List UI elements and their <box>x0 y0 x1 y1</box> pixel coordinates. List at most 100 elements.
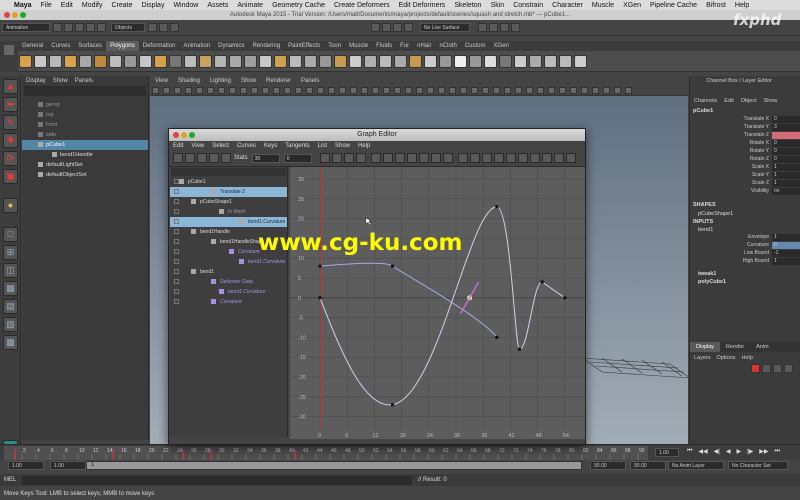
shelf-tool-icon[interactable] <box>139 54 152 68</box>
history-node[interactable]: tweak1 <box>690 270 800 278</box>
viewport-tool-icon[interactable] <box>460 87 467 94</box>
mac-menu-assets[interactable]: Assets <box>207 2 228 9</box>
undo-icon[interactable] <box>86 23 95 32</box>
break-tangents-icon[interactable] <box>481 153 492 163</box>
stats-value-field[interactable]: 0 <box>283 153 312 163</box>
layout-single-icon[interactable]: □ <box>3 227 18 242</box>
frame-all-icon[interactable] <box>319 153 330 163</box>
channel-attribute-value[interactable]: 1 <box>772 180 800 187</box>
input-attribute[interactable]: High Bound 1 <box>690 258 800 266</box>
step-back-frame-icon[interactable]: ◀| <box>714 448 720 455</box>
channel-attribute[interactable]: Rotate Z0 <box>690 156 800 164</box>
channel-attribute[interactable]: Scale X1 <box>690 164 800 172</box>
shelf-tab-dynamics[interactable]: Dynamics <box>214 41 248 51</box>
viewport-tool-icon[interactable] <box>559 87 566 94</box>
channel-attribute[interactable]: Translate X0 <box>690 116 800 124</box>
layer-tab-anim[interactable]: Anim <box>750 342 775 352</box>
shelf-menu-icon[interactable] <box>4 45 14 55</box>
free-tangent-weight-icon[interactable] <box>505 153 516 163</box>
mac-menu-edit-deformers[interactable]: Edit Deformers <box>399 2 446 9</box>
step-forward-frame-icon[interactable]: |▶ <box>747 448 753 455</box>
graph-menu-list[interactable]: List <box>318 143 327 149</box>
save-scene-icon[interactable] <box>75 23 84 32</box>
layer-up-icon[interactable] <box>762 364 771 373</box>
move-keys-icon[interactable] <box>173 153 183 163</box>
expand-checkbox[interactable] <box>174 199 179 204</box>
viewport-tool-icon[interactable] <box>240 87 247 94</box>
outliner-item[interactable]: defaultLightSet <box>22 160 148 170</box>
shelf-tab-animation[interactable]: Animation <box>179 41 214 51</box>
layout-outliner-icon[interactable]: ▤ <box>3 299 18 314</box>
shelf-tool-icon[interactable] <box>124 54 137 68</box>
expand-checkbox[interactable] <box>174 269 179 274</box>
channel-attribute-value[interactable] <box>772 132 800 139</box>
shelf-tool-icon[interactable] <box>319 54 332 68</box>
playback-start-field[interactable]: 1.00 <box>50 461 86 470</box>
graph-menu-select[interactable]: Select <box>212 143 229 149</box>
selection-mode-dropdown[interactable]: Objects <box>111 23 145 32</box>
frame-selection-icon[interactable] <box>331 153 342 163</box>
mac-menu-animate[interactable]: Animate <box>237 2 263 9</box>
time-slider[interactable]: 2 4 6 8 10 12 14 16 18 20 22 24 26 28 30 32 34 36 38 40 42 44… <box>0 444 800 460</box>
layout-persp-outliner-icon[interactable]: ▧ <box>3 317 18 332</box>
shelf-tool-icon[interactable] <box>499 54 512 68</box>
channel-attribute[interactable]: Rotate X0 <box>690 140 800 148</box>
viewport-tool-icon[interactable] <box>592 87 599 94</box>
step-tangent-icon[interactable] <box>430 153 441 163</box>
mac-menu-create[interactable]: Create <box>111 2 132 9</box>
viewport-tool-icon[interactable] <box>196 87 203 94</box>
viewport-tool-icon[interactable] <box>405 87 412 94</box>
render-icon[interactable] <box>489 23 498 32</box>
shelf-tool-icon[interactable] <box>19 54 32 68</box>
character-set-dropdown[interactable]: No Character Set <box>728 461 788 470</box>
input-name[interactable]: bend1 <box>690 226 800 234</box>
viewport-tool-icon[interactable] <box>273 87 280 94</box>
shelf-tool-icon[interactable] <box>424 54 437 68</box>
expand-checkbox[interactable] <box>174 229 179 234</box>
unify-tangents-icon[interactable] <box>493 153 504 163</box>
shelf-tool-icon[interactable] <box>334 54 347 68</box>
snap-point-icon[interactable] <box>393 23 402 32</box>
input-attribute[interactable]: Curvature 0 <box>690 242 800 250</box>
anim-layer-dropdown[interactable]: No Anim Layer <box>668 461 724 470</box>
viewport-tool-icon[interactable] <box>295 87 302 94</box>
mac-menu-help[interactable]: Help <box>735 2 749 9</box>
shelf-tool-icon[interactable] <box>469 54 482 68</box>
ipr-render-icon[interactable] <box>500 23 509 32</box>
expand-checkbox[interactable] <box>174 189 179 194</box>
mac-menu-constrain[interactable]: Constrain <box>513 2 543 9</box>
viewport-tool-icon[interactable] <box>383 87 390 94</box>
viewport-tool-icon[interactable] <box>449 87 456 94</box>
outliner-item[interactable]: front <box>22 120 148 130</box>
graph-outliner-item[interactable]: Curvature <box>170 297 287 307</box>
key-tick[interactable] <box>210 449 212 460</box>
shelf-tab-surfaces[interactable]: Surfaces <box>74 41 106 51</box>
center-current-time-icon[interactable] <box>355 153 366 163</box>
mac-menu-muscle[interactable]: Muscle <box>592 2 614 9</box>
key-tick[interactable] <box>14 449 16 460</box>
shelf-tab-custom[interactable]: Custom <box>461 41 490 51</box>
channel-menu-show[interactable]: Show <box>764 98 778 104</box>
shelf-tab-fluids[interactable]: Fluids <box>372 41 396 51</box>
command-input[interactable] <box>22 476 412 485</box>
viewport-menu-shading[interactable]: Shading <box>178 78 200 84</box>
render-settings-icon[interactable] <box>511 23 520 32</box>
shelf-tool-icon[interactable] <box>454 54 467 68</box>
expand-checkbox[interactable] <box>174 289 179 294</box>
expand-checkbox[interactable] <box>174 259 179 264</box>
graph-menu-curves[interactable]: Curves <box>237 143 256 149</box>
viewport-tool-icon[interactable] <box>262 87 269 94</box>
add-keys-icon[interactable] <box>197 153 207 163</box>
layout-four-icon[interactable]: ⊞ <box>3 245 18 260</box>
minimize-window-icon[interactable] <box>12 12 18 18</box>
viewport-tool-icon[interactable] <box>284 87 291 94</box>
command-language[interactable]: MEL <box>4 477 16 483</box>
flat-tangent-icon[interactable] <box>418 153 429 163</box>
expand-checkbox[interactable] <box>174 239 179 244</box>
trax-editor-icon[interactable] <box>565 153 576 163</box>
expand-checkbox[interactable] <box>174 249 179 254</box>
graph-outliner-item[interactable]: Deformer Data <box>170 277 287 287</box>
channel-menu-object[interactable]: Object <box>741 98 757 104</box>
viewport-tool-icon[interactable] <box>350 87 357 94</box>
shelf-tab-fur[interactable]: Fur <box>396 41 413 51</box>
